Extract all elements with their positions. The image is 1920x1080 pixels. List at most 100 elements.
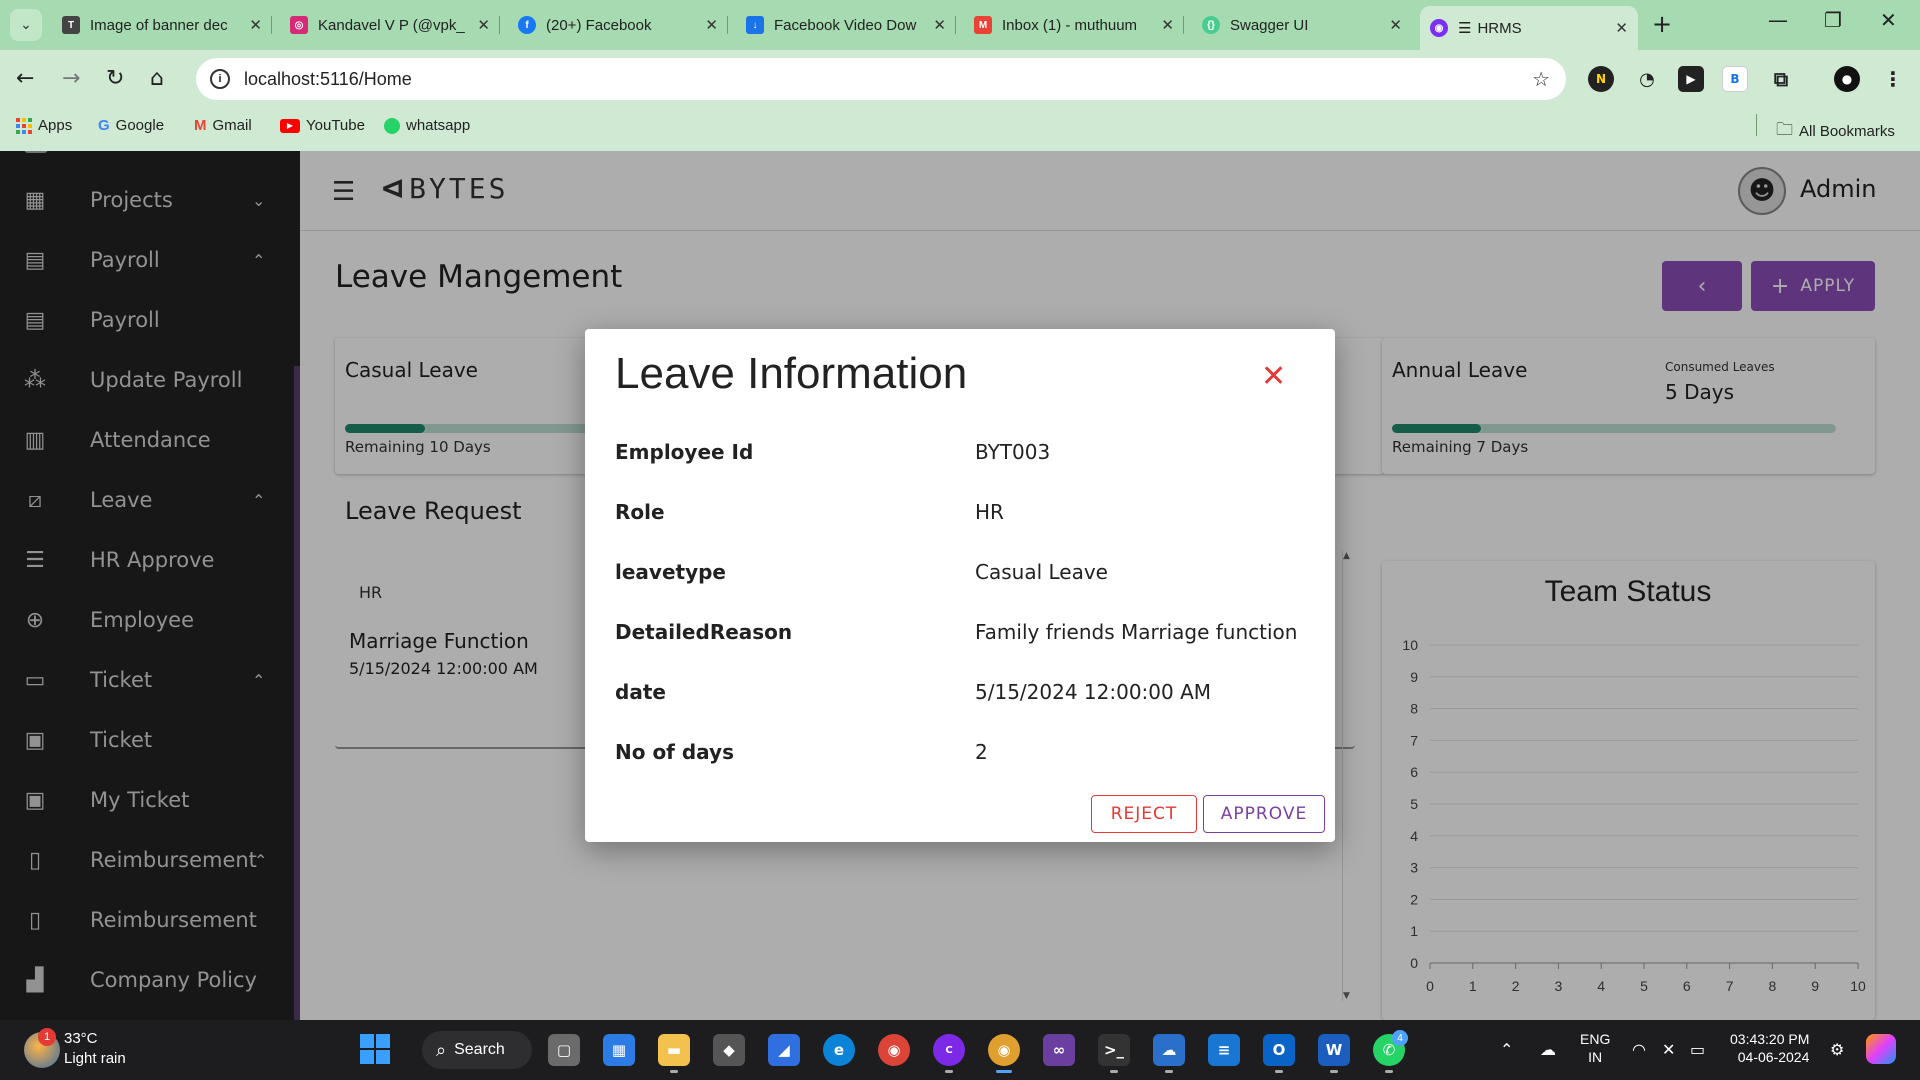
tab-title: (20+) Facebook: [546, 16, 652, 34]
field-label-leavetype: leavetype: [615, 560, 726, 584]
site-info-icon[interactable]: i: [210, 69, 230, 89]
pen-app-icon[interactable]: ◢: [768, 1034, 800, 1066]
ms-store-icon[interactable]: ▦: [603, 1034, 635, 1066]
omnibox[interactable]: i localhost:5116/Home ☆: [196, 58, 1566, 100]
menu-glyph: ☰: [1458, 20, 1472, 37]
tab-title: Inbox (1) - muthuum: [1002, 16, 1138, 34]
reload-icon[interactable]: ↻: [106, 66, 124, 91]
bookmark-label: Google: [115, 117, 165, 134]
tab-facebook[interactable]: f (20+) Facebook ✕: [508, 8, 728, 42]
gmail-icon: M: [974, 16, 992, 34]
running-indicator: [1330, 1070, 1338, 1073]
restore-icon[interactable]: ❐: [1824, 8, 1842, 32]
tab-title: Facebook Video Dow: [774, 16, 917, 34]
app-cube-icon[interactable]: ◆: [713, 1034, 745, 1066]
bookmark-google[interactable]: G Google: [98, 117, 164, 134]
field-value-no-of-days: 2: [975, 740, 988, 764]
cloud-app-icon[interactable]: ☁: [1153, 1034, 1185, 1066]
visual-studio-icon[interactable]: ∞: [1043, 1034, 1075, 1066]
chrome-profile-icon[interactable]: ◉: [988, 1034, 1020, 1066]
weather-desc[interactable]: Light rain: [64, 1050, 126, 1067]
close-icon[interactable]: ✕: [1161, 16, 1174, 34]
new-tab-button[interactable]: +: [1652, 10, 1672, 38]
bookmark-label: All Bookmarks: [1799, 123, 1895, 140]
task-view-icon[interactable]: ▢: [548, 1034, 580, 1066]
wifi-icon[interactable]: ◠: [1632, 1040, 1646, 1059]
copilot-icon[interactable]: [1866, 1034, 1896, 1064]
search-icon: ⌕: [436, 1039, 447, 1060]
close-icon[interactable]: ✕: [1615, 19, 1628, 37]
volume-muted-icon[interactable]: ✕: [1662, 1040, 1675, 1059]
tab-instagram[interactable]: ◎ Kandavel V P (@vpk_ ✕: [280, 8, 500, 42]
bookmark-apps[interactable]: Apps: [16, 117, 72, 134]
bookmark-youtube[interactable]: ▶ YouTube: [280, 117, 365, 134]
outlook-icon[interactable]: O: [1263, 1034, 1295, 1066]
clock[interactable]: 03:43:20 PM 04-06-2024: [1730, 1030, 1809, 1066]
running-indicator: [1275, 1070, 1283, 1073]
tab-hrms[interactable]: ◉ ☰ HRMS ✕: [1420, 6, 1638, 50]
edge-icon[interactable]: e: [823, 1034, 855, 1066]
chrome-icon[interactable]: ◉: [878, 1034, 910, 1066]
speed-icon[interactable]: ◔: [1634, 66, 1660, 92]
close-icon[interactable]: ✕: [1389, 16, 1402, 34]
minimize-icon[interactable]: —: [1768, 8, 1788, 32]
word-icon[interactable]: W: [1318, 1034, 1350, 1066]
home-icon[interactable]: ⌂: [150, 66, 164, 91]
search-label: Search: [454, 1041, 505, 1058]
whatsapp-badge: 4: [1392, 1030, 1408, 1046]
bookmark-label: YouTube: [306, 117, 365, 134]
settings-gear-icon[interactable]: ⚙: [1830, 1040, 1844, 1059]
close-icon[interactable]: ✕: [933, 16, 946, 34]
notepad-icon[interactable]: ≡: [1208, 1034, 1240, 1066]
bookmark-whatsapp[interactable]: whatsapp: [384, 117, 470, 134]
running-indicator: [1110, 1070, 1118, 1073]
bookmark-divider: [1756, 114, 1757, 136]
windows-start-icon[interactable]: [360, 1034, 390, 1064]
folder-icon: 🗀: [1776, 120, 1793, 139]
profile-extension-icon[interactable]: B: [1722, 66, 1748, 92]
swagger-icon: {}: [1202, 16, 1220, 34]
close-icon[interactable]: ✕: [705, 16, 718, 34]
file-explorer-icon[interactable]: ▬: [658, 1034, 690, 1066]
forward-icon[interactable]: →: [62, 66, 80, 91]
canva-icon[interactable]: C: [933, 1034, 965, 1066]
video-extension-icon[interactable]: ▶: [1678, 66, 1704, 92]
bookmark-star-icon[interactable]: ☆: [1532, 67, 1550, 92]
battery-icon[interactable]: ▭: [1690, 1040, 1705, 1059]
tab-swagger[interactable]: {} Swagger UI ✕: [1192, 8, 1412, 42]
profile-avatar-icon[interactable]: ●: [1834, 66, 1860, 92]
onedrive-icon[interactable]: ☁: [1540, 1040, 1556, 1059]
extension-icon[interactable]: N: [1588, 66, 1614, 92]
weather-badge: 1: [38, 1028, 56, 1046]
language-indicator[interactable]: ENG IN: [1580, 1030, 1610, 1066]
hrms-icon: ◉: [1430, 19, 1448, 37]
tab-title: Kandavel V P (@vpk_: [318, 16, 465, 34]
extensions-puzzle-icon[interactable]: ⧉: [1768, 66, 1794, 92]
tray-overflow-icon[interactable]: ⌃: [1500, 1040, 1513, 1059]
bookmark-label: Apps: [38, 117, 73, 134]
taskbar-search[interactable]: ⌕ Search: [422, 1031, 532, 1069]
tab-search-button[interactable]: ⌄: [10, 9, 42, 41]
window-close-icon[interactable]: ✕: [1880, 8, 1897, 32]
close-icon[interactable]: ✕: [477, 16, 490, 34]
weather-temp[interactable]: 33°C: [64, 1030, 98, 1047]
download-icon: ↓: [746, 16, 764, 34]
close-icon[interactable]: ✕: [249, 16, 262, 34]
tab-fb-video[interactable]: ↓ Facebook Video Dow ✕: [736, 8, 956, 42]
url-text[interactable]: localhost:5116/Home: [244, 69, 412, 90]
all-bookmarks[interactable]: 🗀 All Bookmarks: [1776, 117, 1895, 146]
back-icon[interactable]: ←: [16, 66, 34, 91]
reject-button[interactable]: REJECT: [1091, 795, 1197, 833]
tab-gmail[interactable]: M Inbox (1) - muthuum ✕: [964, 8, 1184, 42]
close-icon[interactable]: ✕: [1261, 359, 1286, 394]
approve-button[interactable]: APPROVE: [1203, 795, 1325, 833]
terminal-icon[interactable]: >_: [1098, 1034, 1130, 1066]
lang-bottom: IN: [1588, 1049, 1603, 1065]
lang-top: ENG: [1580, 1031, 1611, 1047]
browser-menu-icon[interactable]: ⋮: [1880, 66, 1906, 92]
field-value-role: HR: [975, 500, 1004, 524]
active-indicator: [996, 1070, 1012, 1073]
bookmark-gmail[interactable]: M Gmail: [194, 117, 252, 134]
whatsapp-icon: [384, 117, 400, 134]
tab-banner[interactable]: T Image of banner dec ✕: [52, 8, 272, 42]
